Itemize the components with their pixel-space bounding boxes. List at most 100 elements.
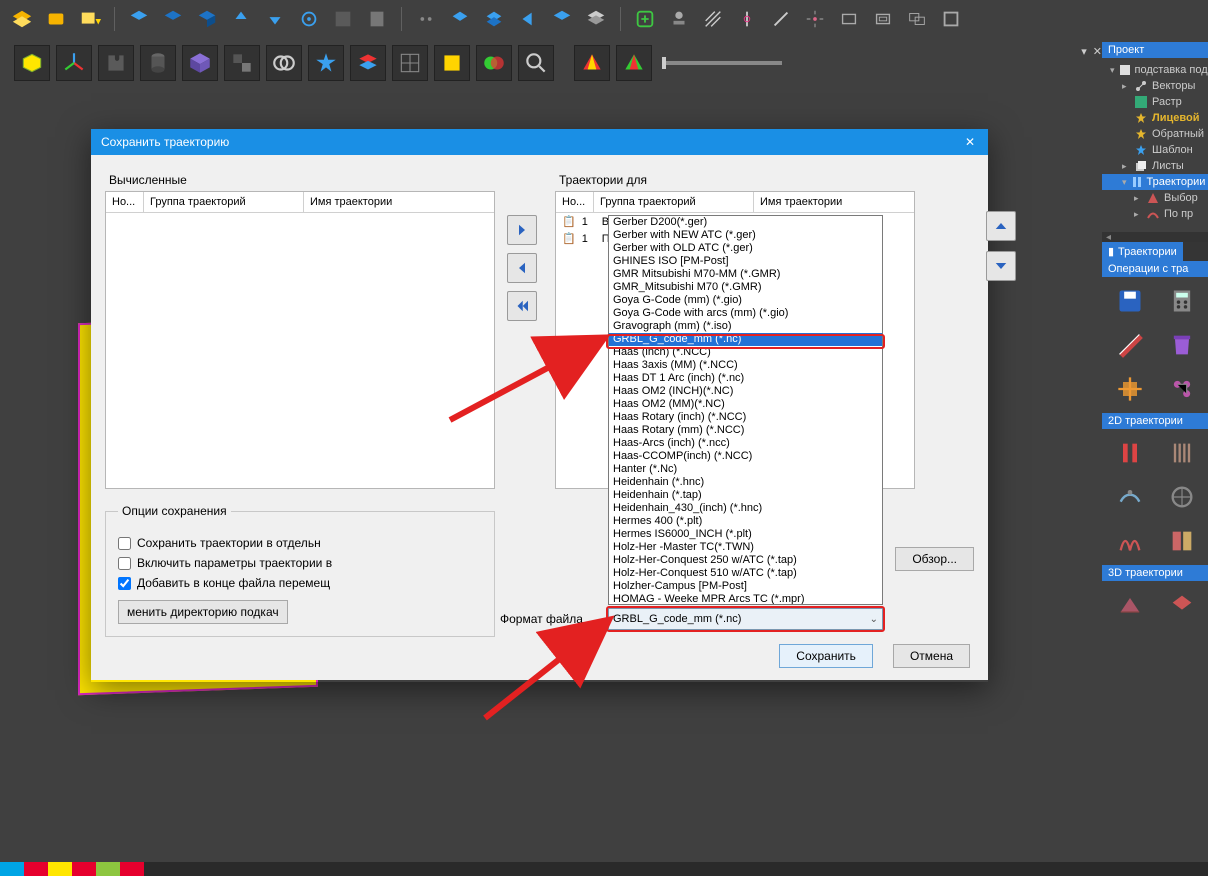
split-icon[interactable] — [733, 5, 761, 33]
up-icon[interactable] — [227, 5, 255, 33]
close-panel-icon[interactable]: ✕ — [1093, 45, 1102, 58]
box-icon[interactable] — [42, 5, 70, 33]
tree-item[interactable]: ▸Листы — [1102, 158, 1208, 174]
dropdown-option[interactable]: GMR_Mitsubishi M70 (*.GMR) — [609, 281, 882, 294]
book-icon[interactable] — [363, 5, 391, 33]
color-swatch[interactable] — [72, 862, 96, 876]
dropdown-option[interactable]: Hanter (*.Nc) — [609, 463, 882, 476]
duo1-icon[interactable] — [446, 5, 474, 33]
hatch-icon[interactable] — [699, 5, 727, 33]
pyramid-icon[interactable] — [574, 45, 610, 81]
center-icon[interactable] — [801, 5, 829, 33]
op-origin-icon[interactable] — [1112, 373, 1148, 405]
tool-cube-icon[interactable] — [14, 45, 50, 81]
color-swatch[interactable] — [96, 862, 120, 876]
pyramid2-icon[interactable] — [616, 45, 652, 81]
op-delete-icon[interactable] — [1164, 329, 1200, 361]
dropdown-option[interactable]: Holz-Her-Conquest 510 w/ATC (*.tap) — [609, 567, 882, 580]
tree-item[interactable]: ▸Выбор — [1102, 190, 1208, 206]
frame-icon[interactable] — [937, 5, 965, 33]
browse-button[interactable]: Обзор... — [895, 547, 974, 571]
dropdown-option[interactable]: GRBL_G_code_mm (*.nc) — [609, 333, 882, 346]
move-left-button[interactable] — [507, 253, 537, 283]
grid-icon[interactable] — [392, 45, 428, 81]
violet-cube-icon[interactable] — [182, 45, 218, 81]
stack-red-icon[interactable] — [350, 45, 386, 81]
tools-icon[interactable] — [329, 5, 357, 33]
scroll-hint[interactable]: ◂ — [1102, 232, 1208, 242]
move-right-button[interactable] — [507, 215, 537, 245]
dropdown-option[interactable]: Heidenhain_430_(inch) (*.hnc) — [609, 502, 882, 515]
duo2-icon[interactable] — [480, 5, 508, 33]
dropdown-option[interactable]: HOMAG - Weeke MPR Arcs TC (*.mpr) — [609, 593, 882, 604]
dropdown-option[interactable]: GMR Mitsubishi M70-MM (*.GMR) — [609, 268, 882, 281]
tree-item[interactable]: Лицевой — [1102, 110, 1208, 126]
move-down-button[interactable] — [986, 251, 1016, 281]
target-icon[interactable] — [295, 5, 323, 33]
cylinder-icon[interactable] — [140, 45, 176, 81]
dropdown-option[interactable]: Gerber D200(*.ger) — [609, 216, 882, 229]
move-all-left-button[interactable] — [507, 291, 537, 321]
op-calc-icon[interactable] — [1164, 285, 1200, 317]
dropdown-option[interactable]: Gerber with NEW ATC (*.ger) — [609, 229, 882, 242]
add-icon[interactable] — [631, 5, 659, 33]
op-2d-4-icon[interactable] — [1164, 481, 1200, 513]
dropdown-option[interactable]: Haas Rotary (mm) (*.NCC) — [609, 424, 882, 437]
op-3d-2-icon[interactable] — [1164, 589, 1200, 621]
yellow-sq-icon[interactable] — [434, 45, 470, 81]
rect3-icon[interactable] — [903, 5, 931, 33]
new-star-icon[interactable] — [76, 5, 104, 33]
dropdown-option[interactable]: Haas Rotary (inch) (*.NCC) — [609, 411, 882, 424]
col-no[interactable]: Но... — [106, 192, 144, 212]
dropdown-option[interactable]: Hermes 400 (*.plt) — [609, 515, 882, 528]
col-name[interactable]: Имя траектории — [304, 192, 494, 212]
tree-item[interactable]: ▾подставка под — [1102, 62, 1208, 78]
dropdown-option[interactable]: Hermes IS6000_INCH (*.plt) — [609, 528, 882, 541]
dropdown-option[interactable]: Holzher-Campus [PM-Post] — [609, 580, 882, 593]
cube4-icon[interactable] — [548, 5, 576, 33]
dropdown-option[interactable]: Gerber with OLD ATC (*.ger) — [609, 242, 882, 255]
color-swatch[interactable] — [48, 862, 72, 876]
dropdown-option[interactable]: Holz-Her -Master TC(*.TWN) — [609, 541, 882, 554]
op-2d-5-icon[interactable] — [1112, 525, 1148, 557]
change-dir-button[interactable]: менить директорию подкач — [118, 600, 288, 624]
cube-blue2-icon[interactable] — [159, 5, 187, 33]
dropdown-option[interactable]: Haas (inch) (*.NCC) — [609, 346, 882, 359]
op-2d-6-icon[interactable] — [1164, 525, 1200, 557]
down-icon[interactable] — [261, 5, 289, 33]
zoom-icon[interactable] — [518, 45, 554, 81]
tree-item[interactable]: Обратный — [1102, 126, 1208, 142]
dropdown-option[interactable]: Goya G-Code with arcs (mm) (*.gio) — [609, 307, 882, 320]
op-2d-2-icon[interactable] — [1164, 437, 1200, 469]
dropdown-option[interactable]: Holz-Her-Conquest 250 w/ATC (*.tap) — [609, 554, 882, 567]
minimize-icon[interactable]: ▾ — [1081, 45, 1087, 58]
op-measure-icon[interactable] — [1112, 329, 1148, 361]
dropdown-option[interactable]: Haas 3axis (MM) (*.NCC) — [609, 359, 882, 372]
op-2d-1-icon[interactable] — [1112, 437, 1148, 469]
dropdown-option[interactable]: Heidenhain (*.hnc) — [609, 476, 882, 489]
stack-icon[interactable] — [582, 5, 610, 33]
op-2d-3-icon[interactable] — [1112, 481, 1148, 513]
tree-item[interactable]: ▾Траектории — [1102, 174, 1208, 190]
puzzle-icon[interactable] — [98, 45, 134, 81]
chk-separate[interactable]: Сохранить траектории в отдельн — [118, 536, 482, 550]
format-dropdown-list[interactable]: Gerber D200(*.ger)Gerber with NEW ATC (*… — [608, 215, 883, 605]
dots-icon[interactable] — [412, 5, 440, 33]
stamp-icon[interactable] — [665, 5, 693, 33]
dropdown-option[interactable]: Haas-CCOMP(inch) (*.NCC) — [609, 450, 882, 463]
op-save-icon[interactable] — [1112, 285, 1148, 317]
star-icon[interactable] — [308, 45, 344, 81]
rect2-icon[interactable] — [869, 5, 897, 33]
view-slider[interactable] — [662, 61, 782, 65]
rect1-icon[interactable] — [835, 5, 863, 33]
chk-append-move[interactable]: Добавить в конце файла перемещ — [118, 576, 482, 590]
left-icon[interactable] — [514, 5, 542, 33]
col-group[interactable]: Группа траекторий — [144, 192, 304, 212]
layers-icon[interactable] — [8, 5, 36, 33]
cube-blue3-icon[interactable] — [193, 5, 221, 33]
save-button[interactable]: Сохранить — [779, 644, 873, 668]
cancel-button[interactable]: Отмена — [893, 644, 970, 668]
color-swatch[interactable] — [120, 862, 144, 876]
tab-trajectories[interactable]: ▮Траектории — [1102, 242, 1183, 261]
tree-item[interactable]: ▸Векторы — [1102, 78, 1208, 94]
